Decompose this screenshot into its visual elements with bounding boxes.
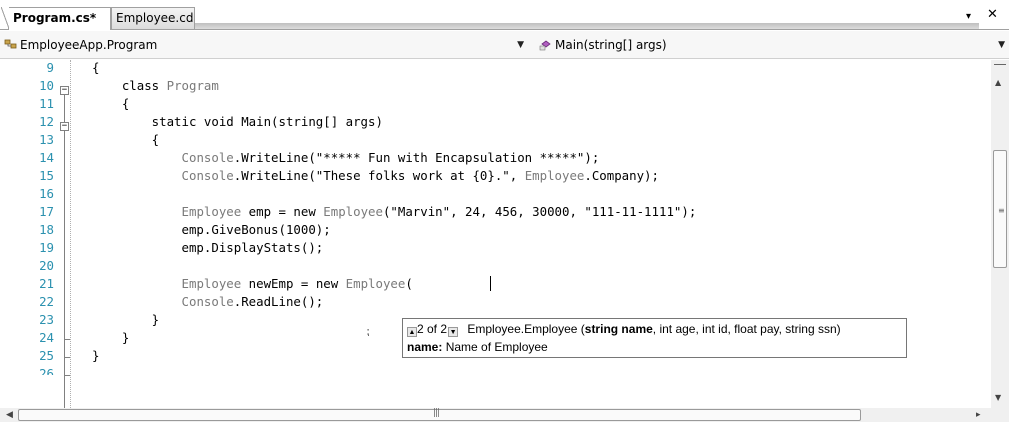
signature-prefix: Employee.Employee ( (467, 322, 585, 336)
code-line: 22 Console.ReadLine(); (0, 293, 989, 311)
line-number: 12 (39, 114, 54, 129)
grip-icon: ||| (433, 408, 440, 418)
code-text: Console.ReadLine(); (181, 294, 324, 309)
line-number: 20 (39, 258, 54, 273)
code-line: 18 emp.GiveBonus(1000); (0, 221, 989, 239)
navigation-bar: EmployeeApp.Program ▼ Main(string[] args… (0, 31, 1009, 59)
code-text: static void Main(string[] args) (92, 114, 383, 129)
overload-counter: 2 of 2 (417, 322, 448, 336)
code-text: } (92, 330, 130, 345)
line-number: 21 (39, 276, 54, 291)
tab-program-cs[interactable]: Program.cs* (1, 7, 111, 30)
code-line: 17 Employee emp = new Employee("Marvin",… (0, 203, 989, 221)
chevron-down-icon: ▼ (998, 40, 1005, 50)
tab-label: Program.cs* (13, 11, 97, 25)
method-icon (539, 37, 553, 51)
type-combo-label: EmployeeApp.Program (20, 38, 158, 52)
code-text: emp.GiveBonus(1000); (92, 222, 331, 237)
scroll-down-icon[interactable]: ▼ (995, 393, 1001, 402)
tooltip-signature-row: ▲ 2 of 2 ▼ Employee.Employee (string name,… (407, 321, 841, 337)
code-line: 21 Employee newEmp = new Employee( (0, 275, 989, 293)
code-text: emp.DisplayStats(); (92, 240, 324, 255)
scroll-right-icon[interactable]: ▸ (976, 408, 981, 422)
code-text: Console.WriteLine("These folks work at {… (181, 168, 659, 183)
code-line: 9{ (0, 60, 989, 77)
line-number: 22 (39, 294, 54, 309)
line-number: 15 (39, 168, 54, 183)
signature-rest: , int age, int id, float pay, string ssn… (652, 322, 841, 336)
vertical-scrollbar[interactable]: ▲ ≡ ▼ (991, 60, 1009, 408)
code-text: Employee emp = new Employee("Marvin", 24… (181, 204, 697, 219)
line-number: 11 (39, 96, 54, 111)
code-line: 26 (0, 365, 989, 375)
line-number: 17 (39, 204, 54, 219)
code-line: 20 (0, 257, 989, 275)
code-line: 13 { (0, 131, 989, 149)
previous-overload-icon[interactable]: ▲ (407, 327, 417, 337)
code-text: { (92, 132, 160, 147)
tab-label: Employee.cd (116, 11, 194, 25)
line-number: 13 (39, 132, 54, 147)
line-number: 24 (39, 330, 54, 345)
line-number: 19 (39, 240, 54, 255)
horizontal-scrollbar[interactable]: ◀ ||| ▸ (0, 408, 991, 422)
smart-tag-icon[interactable]: ⁏ (366, 325, 370, 338)
code-text: } (92, 348, 100, 363)
code-text: } (92, 312, 160, 327)
line-number: 16 (39, 186, 54, 201)
code-text: { (92, 60, 100, 75)
splitter-handle[interactable] (994, 64, 1006, 65)
parameter-description: Name of Employee (445, 340, 548, 354)
line-number: 10 (39, 78, 54, 93)
current-parameter: string name (584, 322, 653, 336)
parameter-name-label: name: (407, 340, 443, 354)
close-document-icon[interactable]: ✕ (987, 8, 998, 22)
line-number: 23 (39, 312, 54, 327)
tab-strip-divider (0, 29, 1009, 30)
outline-end (64, 375, 70, 376)
active-files-dropdown-icon[interactable]: ▾ (966, 10, 971, 24)
line-number: 18 (39, 222, 54, 237)
scrollbar-corner (991, 408, 1009, 422)
parameter-info-tooltip: ▲ 2 of 2 ▼ Employee.Employee (string name,… (402, 318, 907, 358)
code-line: 16 (0, 185, 989, 203)
tab-employee-cd[interactable]: Employee.cd (111, 7, 195, 29)
grip-icon: ≡ (998, 206, 1005, 215)
types-dropdown[interactable]: EmployeeApp.Program ▼ (4, 35, 534, 55)
vertical-scroll-thumb[interactable]: ≡ (993, 150, 1007, 268)
line-number: 25 (39, 348, 54, 363)
code-line: 10 class Program (0, 77, 989, 95)
code-text: Employee newEmp = new Employee( (181, 276, 413, 291)
class-icon (4, 37, 18, 51)
code-text: Console.WriteLine("***** Fun with Encaps… (181, 150, 600, 165)
code-line: 11 { (0, 95, 989, 113)
document-tab-strip: Program.cs* Employee.cd ▾ ✕ (0, 0, 1009, 30)
line-number: 26 (39, 366, 54, 375)
members-dropdown[interactable]: Main(string[] args) ▼ (539, 35, 1009, 55)
code-text: class Program (92, 78, 219, 93)
horizontal-scroll-thumb[interactable]: ||| (18, 408, 861, 421)
scroll-up-icon[interactable]: ▲ (995, 78, 1001, 87)
line-number: 14 (39, 150, 54, 165)
scroll-left-icon[interactable]: ◀ (6, 408, 13, 422)
code-text: { (92, 96, 130, 111)
code-line: 12 static void Main(string[] args) (0, 113, 989, 131)
line-number: 9 (46, 60, 54, 75)
member-combo-label: Main(string[] args) (555, 38, 667, 52)
text-caret (490, 276, 491, 291)
code-line: 15 Console.WriteLine("These folks work a… (0, 167, 989, 185)
code-line: 14 Console.WriteLine("***** Fun with Enc… (0, 149, 989, 167)
code-line: 19 emp.DisplayStats(); (0, 239, 989, 257)
chevron-down-icon: ▼ (517, 40, 524, 50)
next-overload-icon[interactable]: ▼ (448, 327, 459, 337)
tooltip-description-row: name: Name of Employee (407, 339, 548, 355)
